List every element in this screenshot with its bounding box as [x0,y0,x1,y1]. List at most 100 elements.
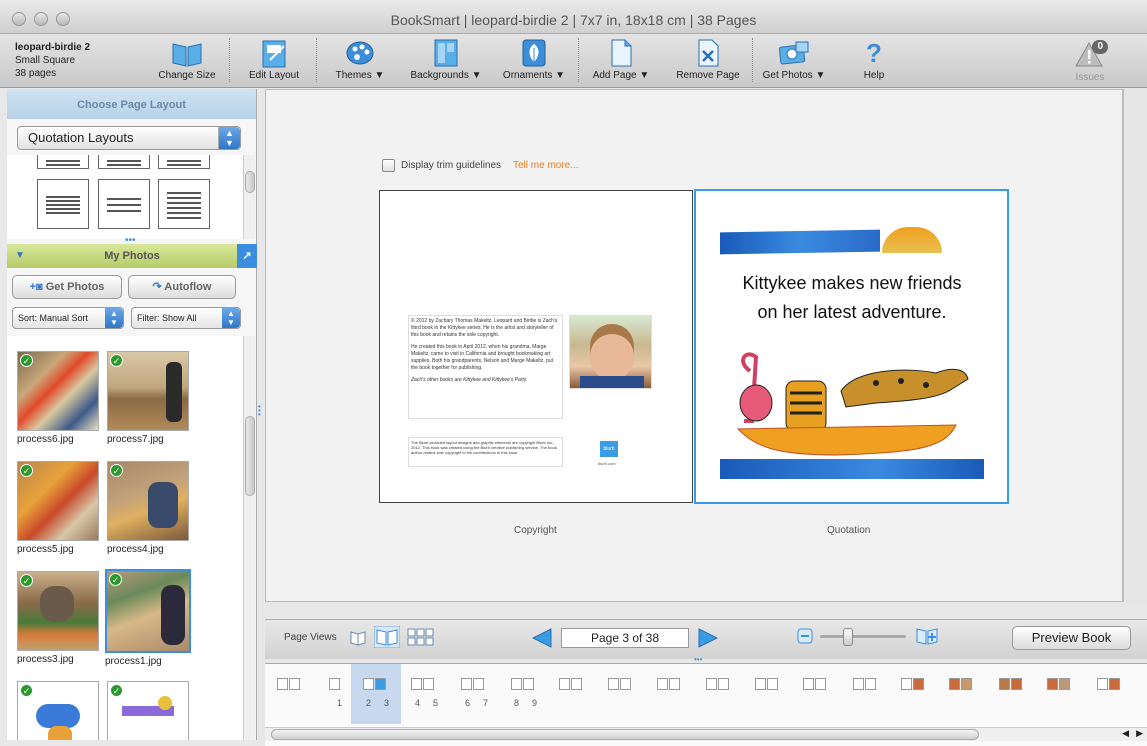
used-checkmark-icon: ✓ [20,464,33,477]
layout-thumbnail[interactable] [37,155,89,169]
used-checkmark-icon: ✓ [110,354,123,367]
page-thumbnail[interactable] [411,678,435,690]
page-thumbnail[interactable] [706,678,730,690]
get-photos-button-label: Get Photos [45,281,105,293]
page-thumbnail[interactable] [999,678,1023,690]
photo-item[interactable]: ✓ process4.jpg [107,461,189,555]
previous-page-arrow-icon[interactable] [531,627,553,649]
blurb-notice-box[interactable]: The Blurb-provided layout designs and gr… [408,437,563,467]
layout-thumbnail[interactable] [98,179,150,229]
preview-book-button[interactable]: Preview Book [1012,626,1131,650]
photo-thumbnail: ✓ [17,351,99,431]
zoom-out-icon[interactable] [797,628,813,644]
photo-filename: process1.jpg [105,656,162,667]
multi-page-view-icon[interactable] [406,626,438,648]
photo-item[interactable]: ✓ process3.jpg [17,571,99,665]
photo-filename: process7.jpg [107,434,164,445]
spread-view-icon[interactable] [374,626,400,648]
scroll-left-arrow-icon[interactable]: ◀ [1122,728,1129,739]
zoom-in-icon[interactable] [915,626,939,646]
page-thumbnail[interactable] [901,678,925,690]
used-checkmark-icon: ✓ [20,684,33,697]
copyright-text-box[interactable]: © 2012 by Zachary Thomas Makeltz. Leopar… [408,315,563,419]
issues-button[interactable]: 0 Issues [1072,40,1108,83]
panel-splitter-grip-icon[interactable]: • • • [258,403,261,419]
zoom-slider-thumb[interactable] [843,628,853,646]
photo-item[interactable]: ✓ process5.jpg [17,461,99,555]
blurb-logo: blurb [600,441,618,457]
book-name: leopard-birdie 2 [15,42,91,53]
page-indicator[interactable]: Page 3 of 38 [561,628,689,648]
autoflow-button[interactable]: ↷ Autoflow [128,275,236,299]
page-thumbnail[interactable] [1097,678,1121,690]
photos-scrollbar[interactable] [243,336,255,740]
layout-thumbnail[interactable] [158,179,210,229]
page-thumbnail[interactable] [755,678,779,690]
page-thumbnail[interactable] [559,678,583,690]
used-checkmark-icon: ✓ [109,573,122,586]
used-checkmark-icon: ✓ [110,464,123,477]
remove-page-button[interactable]: Remove Page [672,38,744,81]
page-number: 7 [483,698,489,708]
tell-me-more-link[interactable]: Tell me more... [513,160,579,171]
change-size-button[interactable]: Change Size [155,38,219,81]
backgrounds-menu[interactable]: Backgrounds ▼ [404,38,488,81]
scrollbar-thumb[interactable] [245,171,255,193]
window-title: BookSmart | leopard-birdie 2 | 7x7 in, 1… [390,12,757,28]
page-thumbnail[interactable] [329,678,341,690]
canvas-scrollbar[interactable] [1123,89,1147,602]
single-page-view-icon[interactable] [348,628,368,648]
layout-category-select[interactable]: Quotation Layouts ▲ ▼ [17,126,241,150]
page-number: 5 [433,698,439,708]
themes-label: Themes ▼ [335,70,385,81]
page-thumbnail[interactable] [277,678,301,690]
themes-menu[interactable]: Themes ▼ [330,38,390,81]
photo-item[interactable]: ✓ [107,681,189,740]
next-page-arrow-icon[interactable] [697,627,719,649]
photo-item[interactable]: ✓ process6.jpg [17,351,99,445]
toolbar-divider [578,38,579,82]
layout-thumbnail[interactable] [98,155,150,169]
copyright-page[interactable]: © 2012 by Zachary Thomas Makeltz. Leopar… [379,190,693,503]
page-thumbnail[interactable] [511,678,535,690]
page-thumbnail[interactable] [608,678,632,690]
photo-item[interactable]: ✓ process7.jpg [107,351,189,445]
page-thumbnail[interactable] [657,678,681,690]
toolbar-divider [316,38,317,82]
author-photo[interactable] [569,315,652,389]
layout-thumbnail[interactable] [37,179,89,229]
quotation-text[interactable]: Kittykee makes new friends on her latest… [722,269,982,327]
my-photos-header: ▼ My Photos ↗ [7,244,257,268]
quotation-page[interactable]: Kittykee makes new friends on her latest… [694,189,1009,504]
sort-select[interactable]: Sort: Manual Sort ▲ ▼ [12,307,124,329]
choose-page-layout-header: Choose Page Layout [7,89,256,119]
page-thumbnail[interactable] [949,678,973,690]
strip-horizontal-scrollbar[interactable]: ◀ ▶ [265,727,1147,741]
zoom-slider[interactable] [820,635,906,638]
layouts-scrollbar[interactable] [243,155,255,239]
filter-select[interactable]: Filter: Show All ▲ ▼ [131,307,241,329]
page-thumbnail-selected[interactable] [363,678,387,690]
page-thumbnail[interactable] [1047,678,1071,690]
ornament-leaf-icon [518,38,550,68]
photo-options-icon[interactable]: ↗ [237,244,257,268]
add-page-menu[interactable]: Add Page ▼ [588,38,654,81]
get-photos-menu[interactable]: Get Photos ▼ [758,38,830,81]
photo-grid: ✓ process6.jpg ✓ process7.jpg ✓ process5… [7,336,243,740]
photo-item-selected[interactable]: ✓ process1.jpg [105,569,191,667]
disclosure-triangle-icon[interactable]: ▼ [15,244,25,268]
photo-item[interactable]: ✓ [17,681,99,740]
get-photos-button[interactable]: +◙ Get Photos [12,275,122,299]
scrollbar-thumb[interactable] [271,729,979,740]
ornaments-menu[interactable]: Ornaments ▼ [498,38,570,81]
layout-thumbnail[interactable] [158,155,210,169]
select-arrows-icon: ▲ ▼ [105,308,123,328]
page-thumbnail[interactable] [461,678,485,690]
page-thumbnail[interactable] [803,678,827,690]
edit-layout-button[interactable]: Edit Layout [243,38,305,81]
trim-guidelines-checkbox[interactable] [382,159,395,172]
help-button[interactable]: ? Help [856,38,892,81]
scroll-right-arrow-icon[interactable]: ▶ [1136,728,1143,739]
page-thumbnail[interactable] [853,678,877,690]
scrollbar-thumb[interactable] [245,416,255,496]
